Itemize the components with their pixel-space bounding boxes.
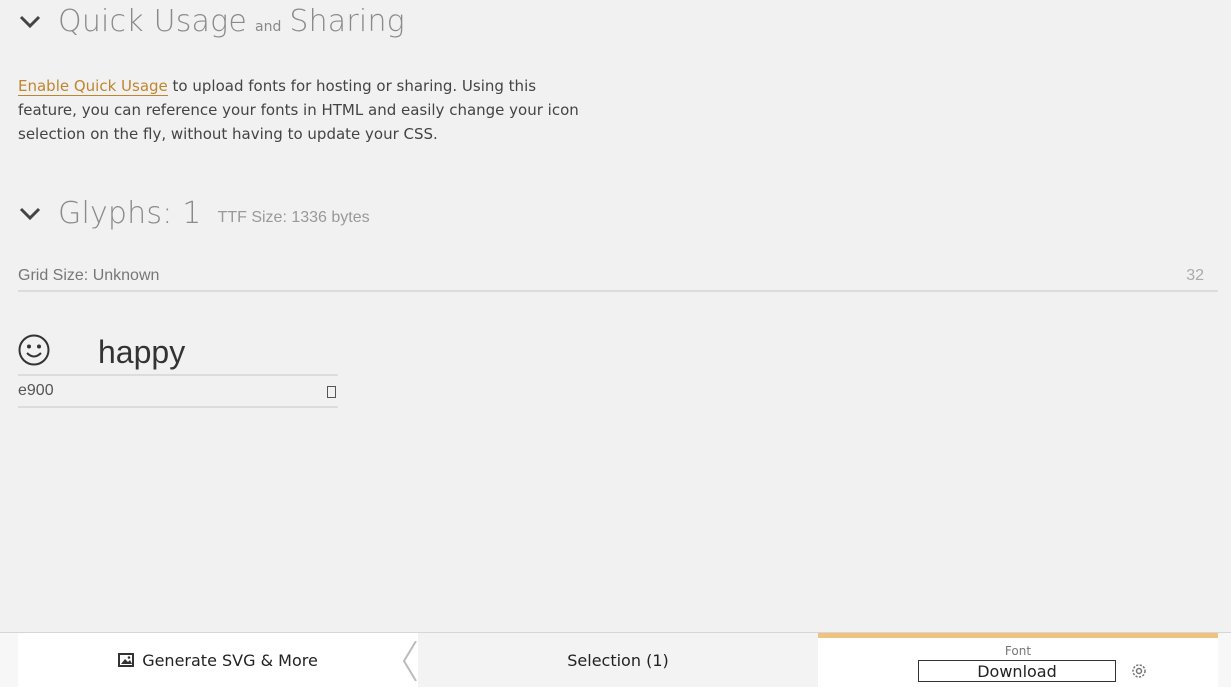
download-button[interactable]: Download <box>918 660 1116 682</box>
grid-size-row[interactable]: Grid Size: Unknown 32 <box>18 264 1218 292</box>
glyphs-header[interactable]: Glyphs: 1 TTF Size: 1336 bytes <box>18 196 370 231</box>
generate-svg-label: Generate SVG & More <box>142 650 318 670</box>
selection-label: Selection (1) <box>567 650 669 670</box>
font-label: Font <box>1004 644 1032 658</box>
glyph-preview-box-icon <box>327 386 336 398</box>
glyph-header[interactable]: happy <box>18 326 338 376</box>
ttf-size: TTF Size: 1336 bytes <box>217 208 370 226</box>
glyphs-title: Glyphs: 1 <box>58 196 202 231</box>
smiley-icon[interactable] <box>18 334 50 366</box>
chevron-down-icon[interactable] <box>18 10 42 34</box>
bottom-bar: Generate SVG & More Selection (1) Font D… <box>0 632 1231 687</box>
quick-usage-title-and: and <box>255 18 282 35</box>
gear-icon[interactable] <box>1130 662 1148 680</box>
quick-usage-description: Enable Quick Usage to upload fonts for h… <box>18 74 598 146</box>
chevron-down-icon[interactable] <box>18 202 42 226</box>
grid-size-value[interactable]: 32 <box>1186 267 1204 285</box>
glyph-code-input[interactable]: e900 <box>18 382 54 400</box>
quick-usage-title-sharing: Sharing <box>289 4 405 39</box>
quick-usage-title: Quick Usage <box>58 4 247 39</box>
selection-tab[interactable]: Selection (1) <box>418 633 818 687</box>
image-icon <box>118 653 135 667</box>
glyph-card[interactable]: happy e900 <box>18 326 338 408</box>
generate-svg-button[interactable]: Generate SVG & More <box>18 633 418 687</box>
glyph-name-input[interactable]: happy <box>98 334 185 371</box>
grid-size-label: Grid Size: Unknown <box>18 267 160 284</box>
glyph-code-row[interactable]: e900 <box>18 376 338 408</box>
enable-quick-usage-link[interactable]: Enable Quick Usage <box>18 77 168 96</box>
quick-usage-header[interactable]: Quick Usage and Sharing <box>18 4 405 39</box>
font-tab[interactable]: Font Download <box>818 633 1218 687</box>
chevron-left-icon <box>402 641 417 681</box>
